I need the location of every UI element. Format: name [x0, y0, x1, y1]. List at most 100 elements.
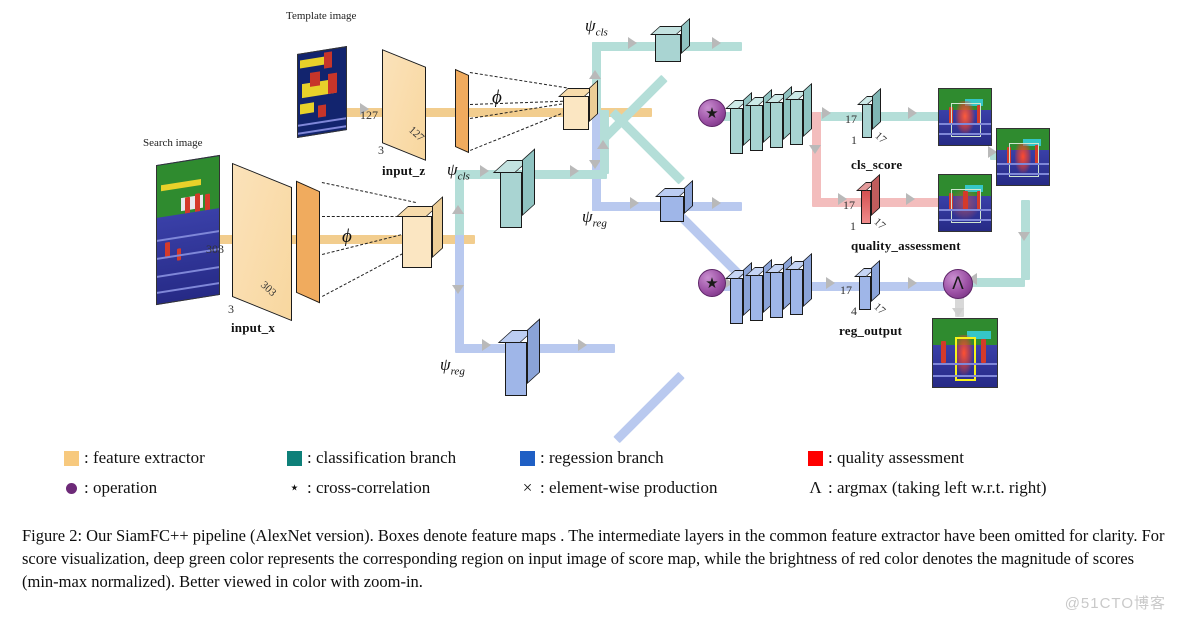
legend-label: : regession branch: [540, 448, 664, 467]
quality-height-label: 17: [843, 198, 855, 212]
quality-assessment-slab: [856, 173, 880, 224]
phi-template-label: ϕ: [492, 87, 502, 108]
input-x-plane: [232, 162, 292, 322]
combined-score-visualization: [996, 128, 1050, 186]
input-x-height-label: 303: [206, 242, 224, 256]
lambda-icon: Λ: [809, 478, 822, 497]
classification-branch-swatch: [287, 450, 302, 466]
search-conv-plane: [296, 180, 320, 304]
psi-glyph: ψ: [447, 160, 458, 179]
cross-correlation-cls-node: ★: [698, 99, 726, 127]
legend-row-2: : operation ⋆ : cross-correlation × : el…: [60, 478, 1130, 504]
legend-item-feature-extractor: : feature extractor: [64, 448, 205, 468]
template-feature-cube: [558, 79, 598, 130]
legend-item-cross-correlation: ⋆ : cross-correlation: [287, 478, 430, 498]
cls-score-slab: [857, 87, 881, 138]
legend-label: : element-wise production: [540, 478, 718, 497]
star-icon: ★: [705, 273, 719, 292]
search-image-label: Search image: [143, 137, 203, 149]
cls-score-height-label: 17: [845, 112, 857, 126]
input-z-plane: [382, 49, 426, 161]
arrow-icon: [630, 197, 639, 209]
reg-output-label: reg_output: [839, 323, 903, 338]
legend-item-regression-branch: : regession branch: [520, 448, 664, 468]
arrow-icon: [908, 107, 917, 119]
regression-branch-swatch: [520, 450, 535, 466]
cls-score-width-label: 17: [872, 129, 889, 147]
lambda-icon: Λ: [952, 273, 964, 294]
frustum-line: [322, 250, 408, 297]
reg-output-height-label: 17: [840, 283, 852, 297]
arrow-icon: [906, 193, 915, 205]
arrow-icon: [597, 140, 609, 149]
search-reg-branch-box: [497, 318, 540, 396]
legend-label: : feature extractor: [84, 448, 205, 467]
frustum-line: [321, 182, 416, 203]
legend-label: : argmax (taking left w.r.t. right): [828, 478, 1047, 497]
pipe-search-cls-diagonal: [609, 108, 685, 185]
psi-subscript: reg: [450, 365, 465, 378]
psi-glyph: ψ: [585, 16, 596, 35]
cls-conv-stack: [725, 82, 830, 154]
search-cls-branch-box: [492, 148, 535, 228]
psi-subscript: cls: [457, 170, 470, 183]
arrow-icon: [589, 70, 601, 79]
reg-output-slab: [854, 259, 880, 310]
legend-label: : classification branch: [307, 448, 457, 467]
input-x-label: input_x: [231, 320, 276, 335]
psi-cls-template-label: ψcls: [585, 16, 608, 38]
search-image-thumbnail: [156, 154, 220, 306]
reg-output-width-label: 17: [871, 300, 888, 318]
legend-label: : cross-correlation: [307, 478, 431, 497]
watermark: @51CTO博客: [1064, 595, 1166, 612]
frustum-line: [469, 72, 567, 89]
template-cls-branch-box: [650, 17, 690, 62]
cls-score-visualization: [938, 88, 992, 146]
legend-row-1: : feature extractor : classification bra…: [60, 448, 1130, 474]
arrow-icon: [452, 285, 464, 294]
psi-cls-search-label: ψcls: [447, 160, 470, 182]
template-image-thumbnail: [297, 46, 347, 138]
star-icon: ★: [705, 103, 719, 122]
input-z-height-label: 127: [360, 108, 378, 122]
input-z-label: input_z: [382, 163, 426, 178]
arrow-icon: [628, 37, 637, 49]
quality-score-visualization: [938, 174, 992, 232]
feature-extractor-swatch: [64, 450, 79, 466]
arrow-icon: [452, 205, 464, 214]
legend-item-elementwise-production: × : element-wise production: [520, 478, 718, 498]
pipe-search-reg-diagonal: [613, 371, 685, 444]
arrow-icon: [578, 339, 587, 351]
arrow-icon: [908, 277, 917, 289]
legend-label: : operation: [84, 478, 158, 497]
legend: : feature extractor : classification bra…: [60, 448, 1130, 506]
argmax-node: Λ: [943, 269, 973, 299]
psi-reg-template-label: ψreg: [582, 207, 607, 229]
input-z-channels-label: 3: [378, 143, 384, 157]
frustum-line: [470, 113, 562, 151]
cls-score-channels-label: 1: [851, 133, 857, 147]
arrow-icon: [712, 197, 721, 209]
psi-glyph: ψ: [582, 207, 593, 226]
figure-siamfcpp-pipeline: Template image 127 127 3 input_z ϕ Searc…: [0, 0, 1184, 625]
template-image-label: Template image: [286, 10, 357, 22]
input-x-channels-label: 3: [228, 302, 234, 316]
arrow-icon: [480, 165, 489, 177]
arrow-icon: [482, 339, 491, 351]
cls-score-label: cls_score: [851, 157, 903, 172]
template-reg-branch-box: [655, 179, 693, 222]
quality-assessment-swatch: [808, 450, 823, 466]
psi-subscript: reg: [592, 217, 607, 230]
arrow-icon: [712, 37, 721, 49]
reg-conv-stack: [725, 252, 830, 324]
phi-search-label: ϕ: [342, 226, 352, 247]
psi-glyph: ψ: [440, 355, 451, 374]
search-feature-cube: [395, 196, 443, 268]
quality-assessment-label: quality_assessment: [851, 238, 961, 253]
psi-subscript: cls: [595, 26, 608, 39]
operation-dot-icon: [66, 482, 77, 494]
legend-item-argmax: Λ : argmax (taking left w.r.t. right): [808, 478, 1047, 498]
quality-width-label: 17: [871, 215, 888, 233]
figure-caption: Figure 2: Our SiamFC++ pipeline (AlexNet…: [22, 526, 1165, 591]
legend-item-classification-branch: : classification branch: [287, 448, 456, 468]
